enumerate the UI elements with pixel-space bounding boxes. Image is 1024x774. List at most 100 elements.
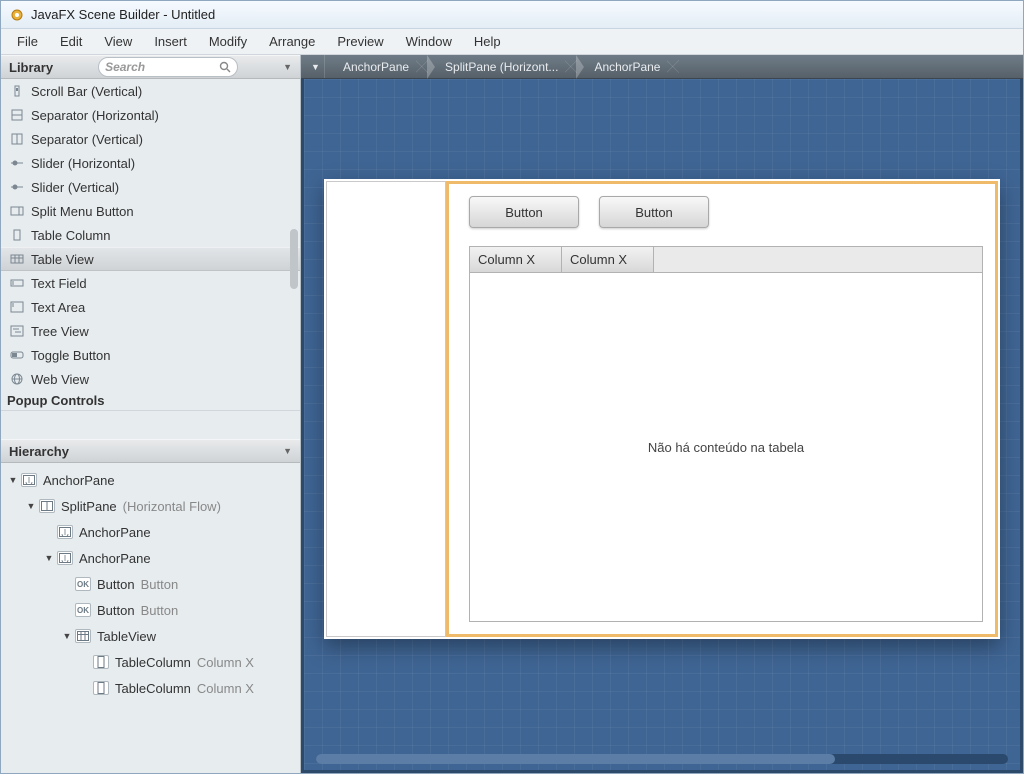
menu-preview[interactable]: Preview [327,31,393,52]
library-item-label: Toggle Button [31,348,111,363]
canvas-button-2[interactable]: Button [599,196,709,228]
tree-row[interactable]: ▼ SplitPane (Horizontal Flow) [1,493,300,519]
library-item-label: Table Column [31,228,111,243]
tree-sublabel: (Horizontal Flow) [123,499,221,514]
library-list[interactable]: Scroll Bar (Vertical)Separator (Horizont… [1,79,300,439]
chevron-down-icon[interactable]: ▼ [283,62,292,72]
tree-label: Button [97,577,135,592]
library-item[interactable]: Tree View [1,319,300,343]
table-column-filler [654,247,982,272]
table-column-2[interactable]: Column X [562,247,654,272]
table-column-1[interactable]: Column X [470,247,562,272]
tree-row[interactable]: TableColumn Column X [1,649,300,675]
chevron-down-icon[interactable]: ▼ [283,446,292,456]
tree-twisty-icon[interactable]: ▼ [25,501,37,511]
library-item[interactable]: Table Column [1,223,300,247]
app-window: JavaFX Scene Builder - Untitled FileEdit… [0,0,1024,774]
menu-file[interactable]: File [7,31,48,52]
tree-sublabel: Column X [197,655,254,670]
button-icon: OK [75,603,91,617]
library-item[interactable]: Toggle Button [1,343,300,367]
tree-label: Button [97,603,135,618]
splitpane-right[interactable]: Button Button Column X Column X Não há c… [446,181,998,637]
tree-label: TableColumn [115,681,191,696]
tree-row[interactable]: ▼TableView [1,623,300,649]
search-placeholder: Search [105,60,145,74]
menu-window[interactable]: Window [396,31,462,52]
library-item-label: Text Area [31,300,85,315]
button-row: Button Button [469,196,983,228]
root-anchorpane[interactable]: Button Button Column X Column X Não há c… [324,179,1000,639]
library-item[interactable]: Split Menu Button [1,199,300,223]
tree-label: AnchorPane [79,551,151,566]
separator-v-icon [9,132,25,146]
tree-row[interactable]: OKButtonButton [1,571,300,597]
library-item[interactable]: Separator (Vertical) [1,127,300,151]
library-section-label: Popup Controls [1,391,300,411]
anchorpane-icon [57,525,73,539]
canvas-button-1[interactable]: Button [469,196,579,228]
tree-label: AnchorPane [43,473,115,488]
tree-row[interactable]: AnchorPane [1,519,300,545]
toggle-icon [9,348,25,362]
library-search[interactable]: Search [98,57,238,77]
scrollbar-thumb[interactable] [290,229,298,289]
anchorpane-icon [57,551,73,565]
hierarchy-title: Hierarchy [9,444,69,459]
library-item[interactable]: Separator (Horizontal) [1,103,300,127]
library-item-label: Slider (Horizontal) [31,156,135,171]
library-item-label: Table View [31,252,94,267]
breadcrumb: ▼ AnchorPane SplitPane (Horizont... Anchor… [301,55,1023,79]
library-item[interactable]: Text Field [1,271,300,295]
anchorpane-icon [21,473,37,487]
chevron-down-icon[interactable]: ▼ [307,55,325,78]
menu-help[interactable]: Help [464,31,511,52]
library-item[interactable]: Slider (Vertical) [1,175,300,199]
tree-label: SplitPane [61,499,117,514]
splitmenu-icon [9,204,25,218]
design-canvas[interactable]: Button Button Column X Column X Não há c… [301,79,1023,773]
library-item[interactable]: Web View [1,367,300,391]
tree-twisty-icon[interactable]: ▼ [43,553,55,563]
menubar: FileEditViewInsertModifyArrangePreviewWi… [1,29,1023,55]
column-icon [9,228,25,242]
breadcrumb-item[interactable]: AnchorPane [582,55,678,78]
scrollbar-thumb[interactable] [316,754,835,764]
library-item[interactable]: Slider (Horizontal) [1,151,300,175]
menu-insert[interactable]: Insert [144,31,197,52]
library-item[interactable]: Table View [1,247,300,271]
library-item[interactable]: Scroll Bar (Vertical) [1,79,300,103]
splitpane-left[interactable] [326,181,446,637]
library-title: Library [9,60,53,75]
breadcrumb-item[interactable]: SplitPane (Horizont... [433,55,576,78]
menu-arrange[interactable]: Arrange [259,31,325,52]
menu-view[interactable]: View [94,31,142,52]
menu-edit[interactable]: Edit [50,31,92,52]
tree-label: AnchorPane [79,525,151,540]
web-icon [9,372,25,386]
menu-modify[interactable]: Modify [199,31,257,52]
search-icon [219,61,231,73]
library-item-label: Text Field [31,276,87,291]
splitpane-icon [39,499,55,513]
tree-sublabel: Column X [197,681,254,696]
library-item[interactable]: Text Area [1,295,300,319]
breadcrumb-item[interactable]: AnchorPane [331,55,427,78]
tree-twisty-icon[interactable]: ▼ [61,631,73,641]
canvas-tableview[interactable]: Column X Column X Não há conteúdo na tab… [469,246,983,622]
design-area: ▼ AnchorPane SplitPane (Horizont... Anchor… [301,55,1023,773]
tree-label: TableColumn [115,655,191,670]
left-panel: Library Search ▼ Scroll Bar (Vertical)Se… [1,55,301,773]
library-item-label: Slider (Vertical) [31,180,119,195]
tree-row[interactable]: OKButtonButton [1,597,300,623]
library-item-label: Web View [31,372,89,387]
canvas-h-scrollbar[interactable] [316,754,1008,764]
window-title: JavaFX Scene Builder - Untitled [31,7,215,22]
tree-row[interactable]: TableColumn Column X [1,675,300,701]
hierarchy-tree[interactable]: ▼ AnchorPane ▼ SplitPane (Horizontal Flow) An… [1,463,300,773]
library-item-label: Tree View [31,324,89,339]
tree-twisty-icon[interactable]: ▼ [7,475,19,485]
scrollbar-v-icon [9,84,25,98]
tree-row[interactable]: ▼ AnchorPane [1,545,300,571]
tree-row[interactable]: ▼ AnchorPane [1,467,300,493]
